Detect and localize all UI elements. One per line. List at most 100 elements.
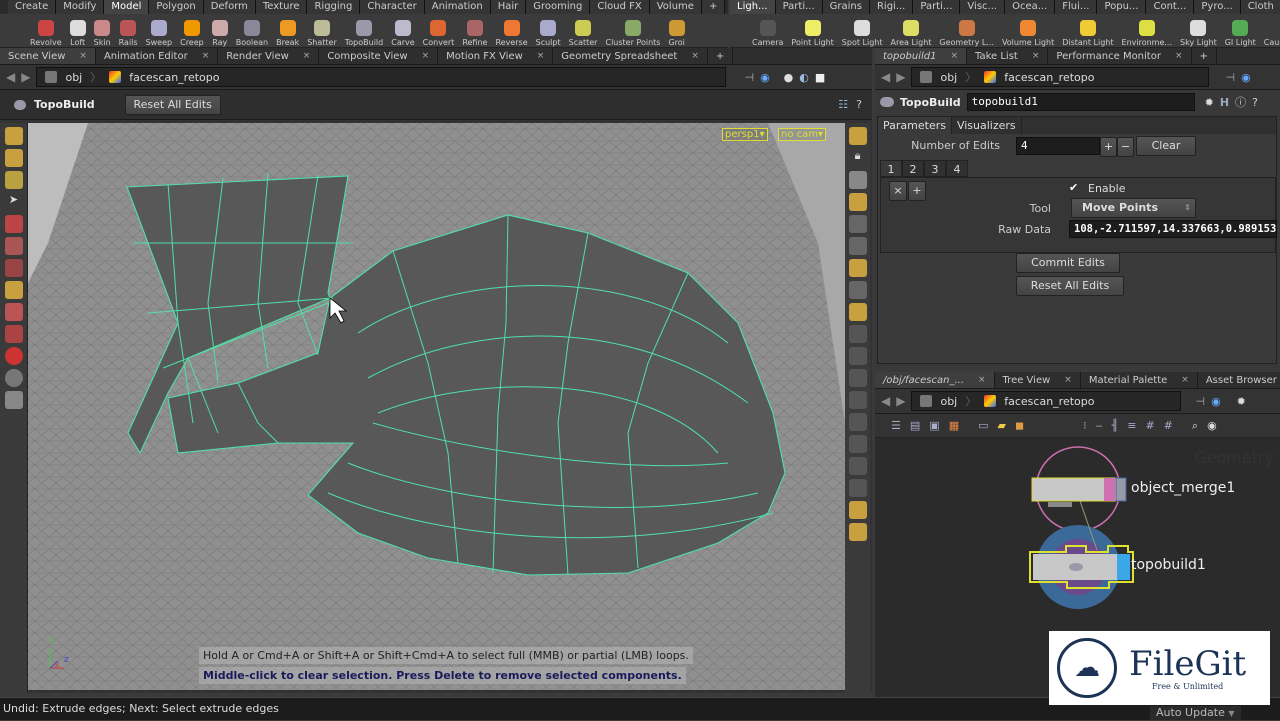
guide-icon[interactable]	[848, 501, 867, 519]
shelf-tab-cloud-fx[interactable]: Cloud FX	[590, 0, 650, 14]
forward-icon[interactable]: ▶	[896, 394, 905, 408]
home-icon[interactable]	[848, 237, 867, 255]
edit-tab-2[interactable]: 2	[902, 160, 924, 177]
shelf-tab-item[interactable]: +	[701, 0, 726, 14]
add-edit-button[interactable]: +	[1100, 137, 1117, 157]
close-tab-icon[interactable]: ×	[1032, 48, 1040, 64]
info-icon[interactable]: ⓘ	[1235, 94, 1246, 110]
sticky-note-icon[interactable]: ▰	[998, 419, 1006, 432]
shelf-tool-topobuild[interactable]: TopoBuild	[341, 14, 387, 47]
edit-tab-1[interactable]: 1	[880, 160, 902, 177]
display-options-icon[interactable]: ◐	[799, 71, 809, 84]
raw-data-field[interactable]: 108,-2.711597,14.337663,0.989153	[1069, 220, 1277, 238]
arrow-tool-icon[interactable]: ➤	[5, 193, 23, 211]
align-icon[interactable]: ⁝	[1083, 419, 1087, 432]
render-region-icon[interactable]	[4, 391, 23, 409]
close-tab-icon[interactable]: ×	[1064, 372, 1072, 388]
shelf-tool-revolve[interactable]: Revolve	[26, 14, 66, 47]
background-icon[interactable]	[848, 457, 867, 475]
clear-button[interactable]: Clear	[1136, 136, 1196, 156]
pin-view-icon[interactable]	[848, 215, 867, 233]
pane-tab-motion-fx-view[interactable]: Motion FX View ×	[438, 48, 554, 64]
numbers-icon[interactable]	[848, 347, 867, 365]
shelf-tab-create[interactable]: Create	[8, 0, 57, 14]
shelf-tab-rigi[interactable]: Rigi...	[869, 0, 914, 14]
path-object[interactable]: facescan_retopo	[1004, 71, 1094, 84]
pane-tab-performance-monitor[interactable]: Performance Monitor ×	[1048, 48, 1192, 64]
link-icon[interactable]: ◉	[1241, 71, 1251, 84]
link-icon[interactable]: ◉	[760, 71, 770, 84]
shelf-tool-area-light[interactable]: Area Light	[886, 14, 935, 47]
normals-icon[interactable]	[848, 325, 867, 343]
shelf-tool-rails[interactable]: Rails	[115, 14, 142, 47]
shelf-tab-visc[interactable]: Visc...	[960, 0, 1006, 14]
close-tab-icon[interactable]: ×	[537, 48, 545, 64]
shelf-tab-popu[interactable]: Popu...	[1097, 0, 1147, 14]
shelf-tool-creep[interactable]: Creep	[176, 14, 208, 47]
shelf-tab-character[interactable]: Character	[360, 0, 425, 14]
tab-parameters[interactable]: Parameters	[878, 117, 952, 134]
magnet-icon[interactable]	[4, 347, 23, 365]
shelf-tab-deform[interactable]: Deform	[203, 0, 256, 14]
pin-icon[interactable]: ⊣	[1195, 395, 1205, 408]
path-root[interactable]: obj	[940, 395, 957, 408]
help-icon[interactable]: ?	[856, 98, 862, 111]
shelf-tool-scatter[interactable]: Scatter	[565, 14, 602, 47]
scale-tool-icon[interactable]	[4, 259, 23, 277]
operation-options-icon[interactable]: ☷	[838, 98, 848, 111]
path-bar[interactable]: obj 〉 facescan_retopo	[36, 67, 727, 87]
layout-v-icon[interactable]: ╢	[1112, 419, 1119, 432]
close-tab-icon[interactable]: ×	[1175, 48, 1183, 64]
move-tool-icon[interactable]	[4, 215, 23, 233]
edit-tab-4[interactable]: 4	[946, 160, 968, 177]
shelf-tool-sweep[interactable]: Sweep	[142, 14, 177, 47]
houdini-h-icon[interactable]: H	[1220, 96, 1229, 109]
auto-update-menu[interactable]: Auto Update ▼	[1150, 706, 1241, 720]
cam-menu[interactable]: no cam▾	[778, 128, 827, 141]
tree-icon[interactable]: ☰	[891, 419, 901, 432]
shelf-tab-animation[interactable]: Animation	[424, 0, 491, 14]
wireframe-icon[interactable]	[848, 281, 867, 299]
path-bar[interactable]: obj 〉 facescan_retopo	[911, 67, 1210, 87]
node-label-topobuild1[interactable]: topobuild1	[1131, 557, 1206, 573]
shelf-tool-break[interactable]: Break	[272, 14, 303, 47]
number-of-edits-field[interactable]: 4	[1016, 137, 1100, 155]
shading-icon[interactable]: ●	[784, 71, 794, 84]
snap-icon[interactable]	[4, 303, 23, 321]
path-root[interactable]: obj	[65, 71, 82, 84]
shelf-tab-hair[interactable]: Hair	[490, 0, 527, 14]
shelf-tool-distant-light[interactable]: Distant Light	[1058, 14, 1117, 47]
shelf-tab-grains[interactable]: Grains	[822, 0, 870, 14]
shelf-tool-volume-light[interactable]: Volume Light	[998, 14, 1058, 47]
shelf-tab-cont[interactable]: Cont...	[1146, 0, 1195, 14]
shelf-tool-loft[interactable]: Loft	[66, 14, 90, 47]
pane-tab-composite-view[interactable]: Composite View ×	[319, 48, 439, 64]
shelf-tab-volume[interactable]: Volume	[649, 0, 702, 14]
color-palette-icon[interactable]: ▦	[949, 419, 959, 432]
select-tool-icon[interactable]	[4, 127, 23, 145]
node-name-field[interactable]: topobuild1	[966, 93, 1195, 111]
search-icon[interactable]: ⌕	[1192, 419, 1198, 433]
shelf-tool-boolean[interactable]: Boolean	[232, 14, 272, 47]
pin-icon[interactable]: ⊣	[744, 71, 754, 84]
shelf-tab-parti[interactable]: Parti...	[913, 0, 961, 14]
back-icon[interactable]: ◀	[881, 70, 890, 84]
remove-multiparm-button[interactable]: ×	[889, 181, 907, 201]
shelf-tool-convert[interactable]: Convert	[419, 14, 459, 47]
distribute-icon[interactable]: ≡	[1127, 419, 1136, 432]
close-tab-icon[interactable]: ×	[1181, 372, 1189, 388]
pane-tab-scene-view[interactable]: Scene View ×	[0, 48, 96, 64]
snap-grid-icon[interactable]	[4, 325, 23, 343]
back-icon[interactable]: ◀	[881, 394, 890, 408]
list-icon[interactable]: ▤	[910, 419, 920, 432]
network-box-icon[interactable]: ▭	[978, 419, 988, 432]
layout-icon[interactable]: ■	[815, 71, 825, 84]
template-icon[interactable]	[848, 435, 867, 453]
shelf-tab-cloth[interactable]: Cloth	[1240, 0, 1280, 14]
pane-tab-take-list[interactable]: Take List ×	[967, 48, 1049, 64]
shelf-tab-rigging[interactable]: Rigging	[307, 0, 361, 14]
close-tab-icon[interactable]: ×	[303, 48, 311, 64]
shelf-tool-sky-light[interactable]: Sky Light	[1176, 14, 1221, 47]
close-tab-icon[interactable]: ×	[202, 48, 210, 64]
pane-tab-animation-editor[interactable]: Animation Editor ×	[96, 48, 219, 64]
